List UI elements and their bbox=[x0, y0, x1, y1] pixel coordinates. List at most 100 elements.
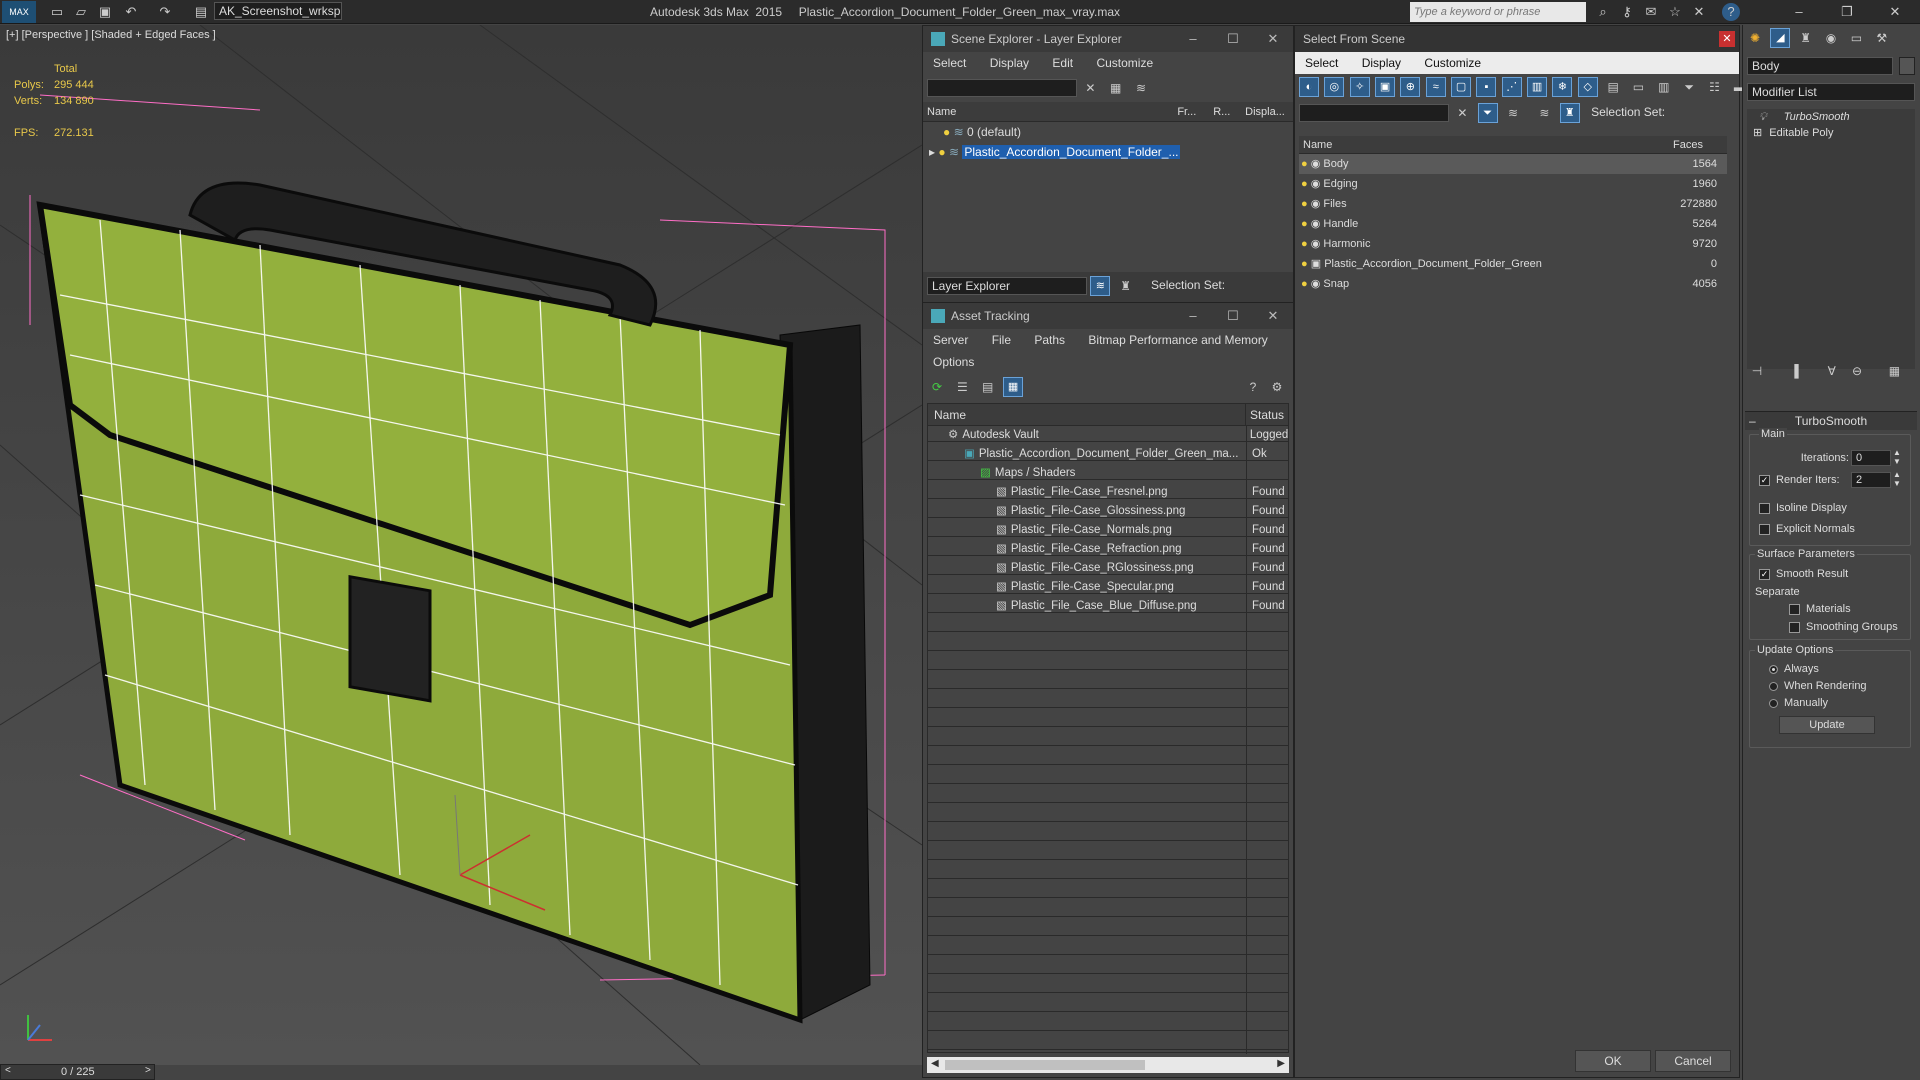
time-slider[interactable]: < 0 / 225 > bbox=[0, 1064, 155, 1080]
lightbulb-icon[interactable]: ● bbox=[1301, 158, 1308, 170]
explorer-type-dropdown[interactable]: Layer Explorer bbox=[927, 277, 1087, 295]
filter-icon[interactable]: ⏷ bbox=[1679, 77, 1699, 97]
asset-row[interactable]: ▧ Plastic_File-Case_Refraction.png Found bbox=[928, 540, 1288, 559]
collapse-icon[interactable]: – bbox=[1749, 412, 1756, 430]
menu-paths[interactable]: Paths bbox=[1034, 333, 1065, 347]
object-row[interactable]: ● ◉ Body 1564 bbox=[1299, 154, 1727, 174]
communication-icon[interactable]: ✉ bbox=[1642, 3, 1660, 21]
lightbulb-icon[interactable]: ● bbox=[1301, 178, 1308, 190]
configure-sets-icon[interactable]: ▦ bbox=[1884, 361, 1904, 381]
menu-edit[interactable]: Edit bbox=[1052, 56, 1073, 70]
object-row[interactable]: ● ◉ Files 272880 bbox=[1299, 194, 1727, 214]
table-view-icon[interactable]: ▦ bbox=[1003, 377, 1024, 397]
asset-row[interactable]: ▧ Plastic_File_Case_Blue_Diffuse.png Found bbox=[928, 597, 1288, 616]
minimize-icon[interactable]: – bbox=[1173, 303, 1213, 329]
col-asset-name[interactable]: Name bbox=[928, 404, 1246, 425]
object-color-swatch[interactable] bbox=[1899, 57, 1915, 75]
project-folder-icon[interactable]: ▤ bbox=[192, 3, 210, 21]
create-tab-icon[interactable]: ✺ bbox=[1745, 28, 1765, 48]
display-all-icon[interactable]: ▤ bbox=[1603, 77, 1623, 97]
scene-search-input[interactable] bbox=[927, 79, 1077, 97]
workspace-dropdown[interactable]: AK_Screenshot_wrksp bbox=[214, 2, 342, 20]
maximize-icon[interactable]: ☐ bbox=[1213, 303, 1253, 329]
display-geometry-icon[interactable]: ◐ bbox=[1299, 77, 1319, 97]
hierarchy-icon[interactable]: ♜ bbox=[1559, 103, 1580, 123]
display-cameras-icon[interactable]: ▣ bbox=[1375, 77, 1396, 97]
menu-display[interactable]: Display bbox=[990, 56, 1029, 70]
col-object-name[interactable]: Name bbox=[1299, 136, 1669, 153]
lightbulb-icon[interactable]: ● bbox=[943, 125, 950, 139]
select-search-input[interactable] bbox=[1299, 104, 1449, 122]
layers-icon[interactable]: ≋ bbox=[1090, 276, 1111, 296]
asset-row[interactable]: ▧ Plastic_File-Case_RGlossiness.png Found bbox=[928, 559, 1288, 578]
col-display[interactable]: Displa... bbox=[1245, 102, 1293, 121]
display-helpers-icon[interactable]: ⊕ bbox=[1400, 77, 1421, 97]
asset-row[interactable]: ▧ Plastic_File-Case_Specular.png Found bbox=[928, 578, 1288, 597]
key-icon[interactable]: ⚷ bbox=[1618, 3, 1636, 21]
display-frozen-icon[interactable]: ❄ bbox=[1552, 77, 1573, 97]
motion-tab-icon[interactable]: ◉ bbox=[1821, 28, 1841, 48]
filter-selected-icon[interactable]: ⏷ bbox=[1477, 103, 1498, 123]
col-freeze[interactable]: Fr... bbox=[1177, 102, 1213, 121]
asset-row[interactable]: ▨ Maps / Shaders bbox=[928, 464, 1288, 483]
ok-button[interactable]: OK bbox=[1575, 1050, 1651, 1072]
menu-customize[interactable]: Customize bbox=[1424, 56, 1481, 70]
asset-row[interactable]: ▧ Plastic_File-Case_Fresnel.png Found bbox=[928, 483, 1288, 502]
display-containers-icon[interactable]: ▥ bbox=[1527, 77, 1548, 97]
search-input[interactable]: Type a keyword or phrase bbox=[1410, 2, 1586, 22]
smooth-result-checkbox[interactable]: ✓ Smooth Result bbox=[1759, 568, 1848, 580]
materials-checkbox[interactable]: Materials bbox=[1789, 603, 1851, 615]
update-button[interactable]: Update bbox=[1779, 716, 1875, 734]
isoline-checkbox[interactable]: Isoline Display bbox=[1759, 502, 1847, 514]
explicit-normals-checkbox[interactable]: Explicit Normals bbox=[1759, 523, 1855, 535]
expand-icon[interactable]: ⊞ bbox=[1753, 127, 1762, 139]
clear-search-icon[interactable]: ✕ bbox=[1452, 103, 1472, 123]
spinner-arrows-icon[interactable]: ▲ ▼ bbox=[1893, 470, 1901, 488]
always-radio[interactable]: Always bbox=[1769, 663, 1819, 675]
list-icon[interactable]: ☰ bbox=[952, 377, 972, 397]
thumbnail-icon[interactable]: ▤ bbox=[978, 377, 998, 397]
menu-file[interactable]: File bbox=[992, 333, 1011, 347]
scroll-right-icon[interactable]: ▶ bbox=[1277, 1058, 1285, 1069]
spinner-arrows-icon[interactable]: ▲ ▼ bbox=[1893, 448, 1901, 466]
minimize-icon[interactable]: – bbox=[1790, 3, 1808, 21]
asset-hscrollbar[interactable]: ◀ ▶ bbox=[927, 1057, 1289, 1073]
modifier-list-dropdown[interactable]: Modifier List bbox=[1747, 83, 1915, 101]
stack-item-turbosmooth[interactable]: 💡︎ TurboSmooth bbox=[1747, 109, 1915, 125]
time-prev-icon[interactable]: < bbox=[5, 1065, 11, 1076]
close-icon[interactable]: ✕ bbox=[1886, 3, 1904, 21]
object-row[interactable]: ● ▣ Plastic_Accordion_Document_Folder_Gr… bbox=[1299, 254, 1727, 274]
menu-display[interactable]: Display bbox=[1362, 56, 1401, 70]
layer-add-icon[interactable]: ≋ bbox=[1131, 78, 1151, 98]
col-faces[interactable]: Faces bbox=[1669, 136, 1703, 153]
render-iters-spinner[interactable]: 2 bbox=[1851, 472, 1891, 488]
refresh-icon[interactable]: ⟳ bbox=[927, 377, 947, 397]
app-logo[interactable]: MAX bbox=[2, 1, 36, 23]
display-invert-icon[interactable]: ▥ bbox=[1654, 77, 1674, 97]
viewport-label[interactable]: [+] [Perspective ] [Shaded + Edged Faces… bbox=[6, 29, 216, 41]
filter-icon[interactable]: ▦ bbox=[1106, 78, 1126, 98]
star-icon[interactable]: ☆ bbox=[1666, 3, 1684, 21]
display-warps-icon[interactable]: ≈ bbox=[1425, 77, 1446, 97]
maximize-icon[interactable]: ☐ bbox=[1213, 26, 1253, 52]
hierarchy-icon[interactable]: ♜ bbox=[1116, 276, 1136, 296]
modify-tab-icon[interactable]: ◢ bbox=[1770, 28, 1791, 48]
display-shapes-icon[interactable]: ◎ bbox=[1324, 77, 1345, 97]
layers-icon[interactable]: ≋ bbox=[1503, 103, 1523, 123]
asset-row[interactable]: ▧ Plastic_File-Case_Normals.png Found bbox=[928, 521, 1288, 540]
asset-row[interactable]: ▣ Plastic_Accordion_Document_Folder_Green… bbox=[928, 445, 1288, 464]
menu-select[interactable]: Select bbox=[933, 56, 966, 70]
object-name-field[interactable]: Body bbox=[1747, 57, 1893, 75]
binoculars-icon[interactable]: ⌕ bbox=[1594, 3, 1612, 21]
scroll-thumb[interactable] bbox=[945, 1060, 1145, 1070]
lightbulb-icon[interactable]: ● bbox=[1301, 258, 1308, 270]
lightbulb-icon[interactable]: ● bbox=[1301, 218, 1308, 230]
redo-icon[interactable]: ↷ bbox=[156, 3, 174, 21]
new-file-icon[interactable]: ▭ bbox=[48, 3, 66, 21]
utilities-tab-icon[interactable]: ⚒ bbox=[1872, 28, 1892, 48]
asset-tracking-titlebar[interactable]: Asset Tracking – ☐ ✕ bbox=[923, 303, 1293, 329]
layer-row-default[interactable]: ● ≋ 0 (default) bbox=[923, 122, 1293, 142]
close-icon[interactable]: ✕ bbox=[1253, 26, 1293, 52]
menu-customize[interactable]: Customize bbox=[1096, 56, 1153, 70]
smoothing-groups-checkbox[interactable]: Smoothing Groups bbox=[1789, 621, 1898, 633]
